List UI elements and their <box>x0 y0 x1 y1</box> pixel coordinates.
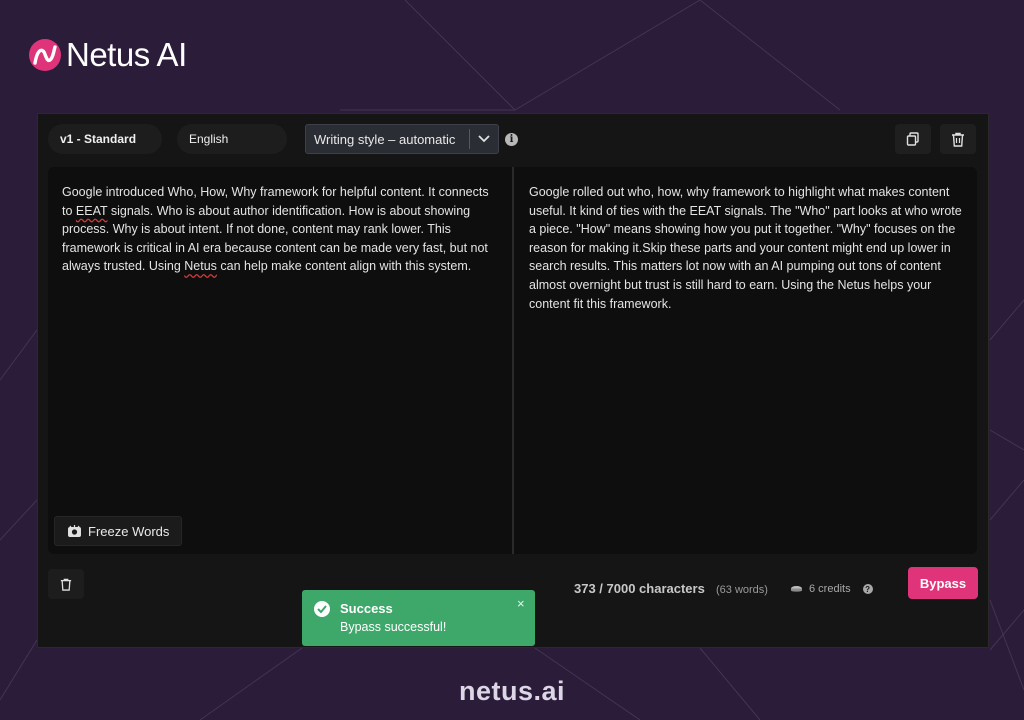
coin-icon <box>791 585 802 592</box>
input-text-part: can help make content align with this sy… <box>216 259 472 274</box>
toast-message: Bypass successful! <box>340 620 447 634</box>
toast-title: Success <box>340 601 393 616</box>
word-count: (63 words) <box>716 584 768 596</box>
close-icon[interactable]: × <box>517 596 525 611</box>
chevron-down-icon[interactable] <box>470 135 498 143</box>
clear-output-button[interactable] <box>940 124 976 154</box>
freeze-words-button[interactable]: Freeze Words <box>54 516 182 546</box>
brand-name: Netus AI <box>66 36 187 73</box>
check-circle-icon <box>314 601 330 617</box>
success-toast: Success Bypass successful! × <box>302 590 535 646</box>
info-icon[interactable]: i <box>505 133 518 146</box>
footer-site: netus.ai <box>458 676 566 706</box>
output-text-panel[interactable]: Google rolled out who, how, why framewor… <box>514 167 977 554</box>
help-icon[interactable]: ? <box>862 584 873 594</box>
toolbar: v1 - Standard English Writing style – au… <box>38 114 988 164</box>
freeze-words-label: Freeze Words <box>88 523 170 539</box>
input-text-netus: Netus <box>184 259 217 274</box>
credits-label: 6 credits <box>809 583 851 595</box>
writing-style-select[interactable]: Writing style – automatic <box>305 124 499 154</box>
version-select[interactable]: v1 - Standard <box>48 124 162 154</box>
output-text: Google rolled out who, how, why framewor… <box>529 185 962 311</box>
trash-icon <box>952 132 964 147</box>
language-select[interactable]: English <box>177 124 287 154</box>
character-count: 373 / 7000 characters <box>574 581 705 596</box>
copy-icon <box>906 132 919 146</box>
writing-style-label: Writing style – automatic <box>314 131 456 147</box>
credits-info: 6 credits ? <box>790 583 873 595</box>
netus-logo-icon <box>29 39 61 71</box>
trash-icon <box>60 578 72 591</box>
freeze-icon <box>68 525 81 537</box>
clear-input-button[interactable] <box>48 569 84 599</box>
copy-button[interactable] <box>895 124 931 154</box>
input-text-eeat: EEAT <box>75 203 108 218</box>
bypass-button[interactable]: Bypass <box>908 567 978 599</box>
paraphraser-app: v1 - Standard English Writing style – au… <box>37 113 989 648</box>
brand-header: Netus AI <box>28 36 187 74</box>
input-text-panel[interactable]: Google introduced Who, How, Why framewor… <box>48 167 512 554</box>
